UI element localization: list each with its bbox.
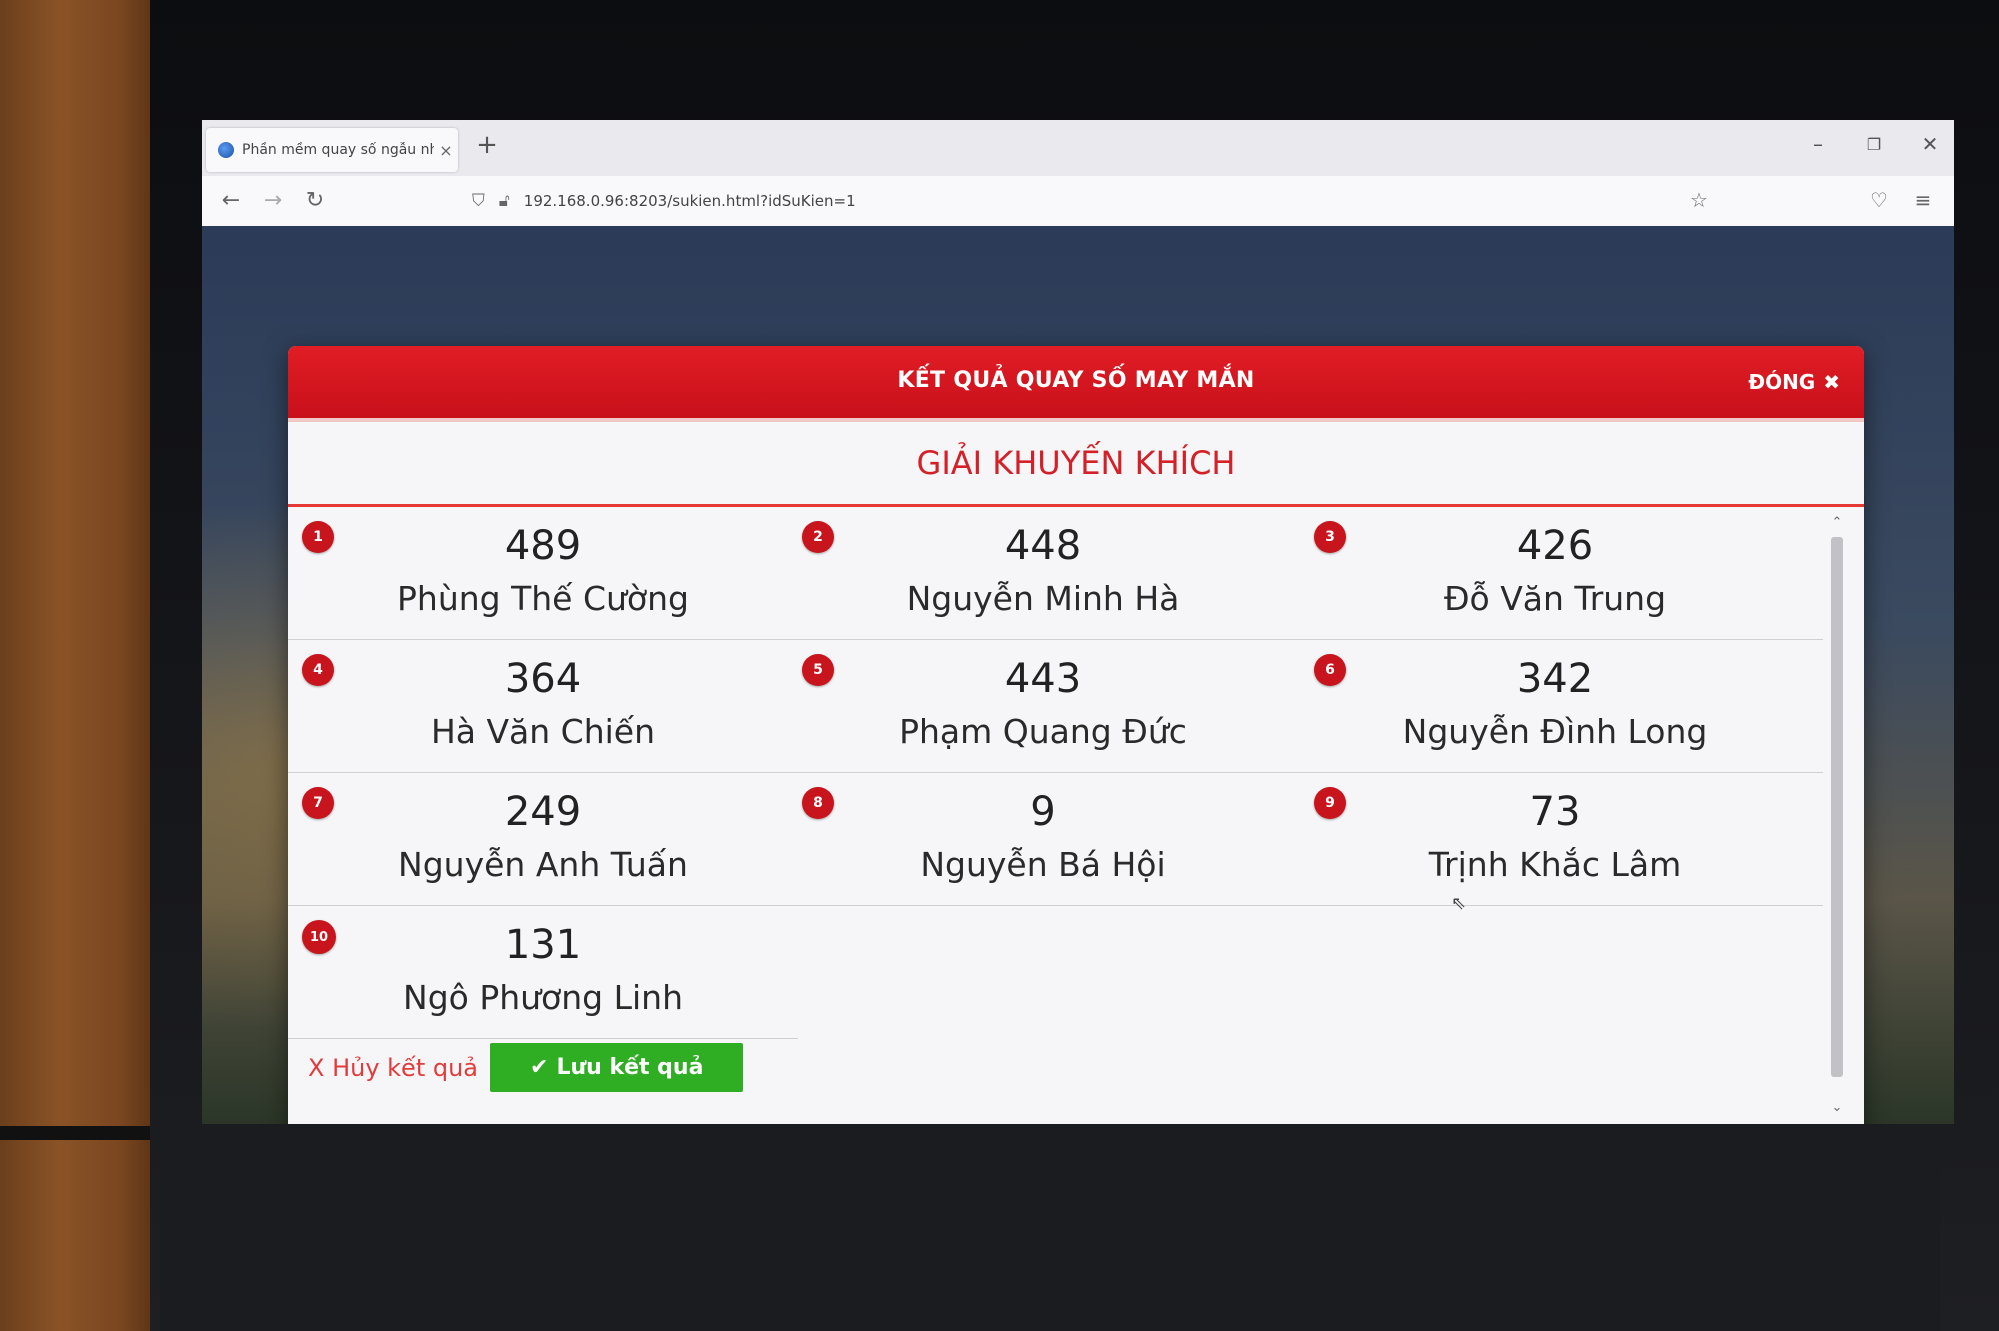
close-icon: ✖ [1823, 370, 1840, 394]
winner-name: Phạm Quang Đức [899, 712, 1187, 751]
winner-cell: 1 489 Phùng Thế Cường [288, 507, 798, 639]
winner-row: 10 131 Ngô Phương Linh [288, 906, 798, 1039]
forward-icon[interactable]: → [258, 188, 288, 213]
winner-number: 73 [1529, 789, 1581, 835]
url-text[interactable]: 192.168.0.96:8203/sukien.html?idSuKien=1 [524, 192, 856, 210]
page-background: KẾT QUẢ QUAY SỐ MAY MẮN ĐÓNG ✖ GIẢI KHUY… [202, 226, 1954, 1124]
winner-name: Phùng Thế Cường [397, 579, 689, 618]
pocket-icon[interactable]: ♡ [1864, 188, 1894, 212]
winner-cell: 7 249 Nguyễn Anh Tuấn [288, 773, 798, 905]
navigation-bar: ← → ↻ ⛉ 🔓︎ 192.168.0.96:8203/sukien.html… [202, 176, 1954, 227]
winner-name: Nguyễn Minh Hà [906, 579, 1180, 618]
mouse-cursor-icon: ⇖ [1451, 893, 1467, 914]
save-result-button[interactable]: ✔ Lưu kết quả [490, 1043, 744, 1092]
cancel-result-link[interactable]: X Hủy kết quả [308, 1054, 478, 1082]
result-modal: KẾT QUẢ QUAY SỐ MAY MẮN ĐÓNG ✖ GIẢI KHUY… [288, 346, 1864, 1124]
action-bar: X Hủy kết quả ✔ Lưu kết quả [308, 1043, 744, 1092]
browser-tab[interactable]: Phần mềm quay số ngẫu nhiên × [206, 128, 458, 172]
address-bar[interactable]: ⛉ 🔓︎ 192.168.0.96:8203/sukien.html?idSuK… [472, 184, 1712, 218]
winner-row: 4 364 Hà Văn Chiến 5 443 Phạm Quang Đức … [288, 640, 1823, 773]
winner-number: 489 [504, 523, 582, 569]
winner-name: Hà Văn Chiến [430, 712, 656, 751]
browser-window: Phần mềm quay số ngẫu nhiên × + – ❐ ✕ ← … [202, 120, 1954, 1124]
close-button[interactable]: ĐÓNG ✖ [1748, 370, 1840, 394]
restore-button[interactable]: ❐ [1854, 135, 1894, 154]
winner-number: 131 [504, 922, 582, 968]
scroll-up-icon[interactable]: ⌃ [1828, 515, 1846, 530]
winner-number: 249 [504, 789, 582, 835]
winners-grid: 1 489 Phùng Thế Cường 2 448 Nguyễn Minh … [288, 507, 1864, 1122]
modal-title: KẾT QUẢ QUAY SỐ MAY MẮN [897, 368, 1255, 393]
favicon-icon [218, 142, 234, 158]
back-icon[interactable]: ← [216, 188, 246, 213]
modal-header: KẾT QUẢ QUAY SỐ MAY MẮN ĐÓNG ✖ [288, 346, 1864, 422]
winner-number: 443 [1004, 656, 1082, 702]
winner-cell: 2 448 Nguyễn Minh Hà [788, 507, 1298, 639]
winner-row: 7 249 Nguyễn Anh Tuấn 8 9 Nguyễn Bá Hội … [288, 773, 1823, 906]
winner-cell: 6 342 Nguyễn Đình Long [1300, 640, 1810, 772]
shield-icon[interactable]: ⛉ [472, 191, 485, 211]
prize-title: GIẢI KHUYẾN KHÍCH [288, 422, 1864, 507]
winner-cell: 9 73 Trịnh Khắc Lâm [1300, 773, 1810, 905]
winner-cell: 4 364 Hà Văn Chiến [288, 640, 798, 772]
winner-cell: 3 426 Đỗ Văn Trung [1300, 507, 1810, 639]
scroll-down-icon[interactable]: ⌄ [1828, 1100, 1846, 1115]
winner-name: Đỗ Văn Trung [1443, 579, 1667, 618]
winner-number: 342 [1516, 656, 1594, 702]
insecure-lock-icon[interactable]: 🔓︎ [499, 191, 510, 211]
minimize-button[interactable]: – [1798, 132, 1838, 156]
window-close-button[interactable]: ✕ [1910, 132, 1950, 156]
winner-name: Ngô Phương Linh [403, 978, 683, 1017]
reload-icon[interactable]: ↻ [300, 188, 330, 213]
winner-number: 364 [504, 656, 582, 702]
check-icon: ✔ [530, 1055, 549, 1080]
winner-number: 448 [1004, 523, 1082, 569]
winner-cell: 5 443 Phạm Quang Đức [788, 640, 1298, 772]
menu-icon[interactable]: ≡ [1908, 188, 1938, 212]
monitor-bottom-edge [160, 1125, 1940, 1331]
winner-name: Nguyễn Anh Tuấn [398, 845, 688, 884]
tab-title: Phần mềm quay số ngẫu nhiên [242, 142, 434, 158]
winner-name: Nguyễn Đình Long [1402, 712, 1708, 751]
winner-cell: 8 9 Nguyễn Bá Hội [788, 773, 1298, 905]
scrollbar[interactable]: ⌃ ⌄ [1828, 515, 1846, 1115]
new-tab-button[interactable]: + [472, 130, 502, 160]
save-label: Lưu kết quả [556, 1055, 704, 1080]
winner-number: 9 [1030, 789, 1056, 835]
winner-number: 426 [1516, 523, 1594, 569]
scroll-thumb[interactable] [1831, 537, 1843, 1077]
close-label: ĐÓNG [1748, 370, 1816, 394]
bookmark-star-icon[interactable]: ☆ [1684, 188, 1714, 212]
tab-bar: Phần mềm quay số ngẫu nhiên × + – ❐ ✕ [202, 120, 1954, 176]
winner-row: 1 489 Phùng Thế Cường 2 448 Nguyễn Minh … [288, 507, 1823, 640]
winner-name: Trịnh Khắc Lâm [1428, 845, 1682, 884]
tab-close-icon[interactable]: × [434, 141, 458, 160]
winner-cell: 10 131 Ngô Phương Linh [288, 906, 798, 1038]
winner-name: Nguyễn Bá Hội [920, 845, 1166, 884]
